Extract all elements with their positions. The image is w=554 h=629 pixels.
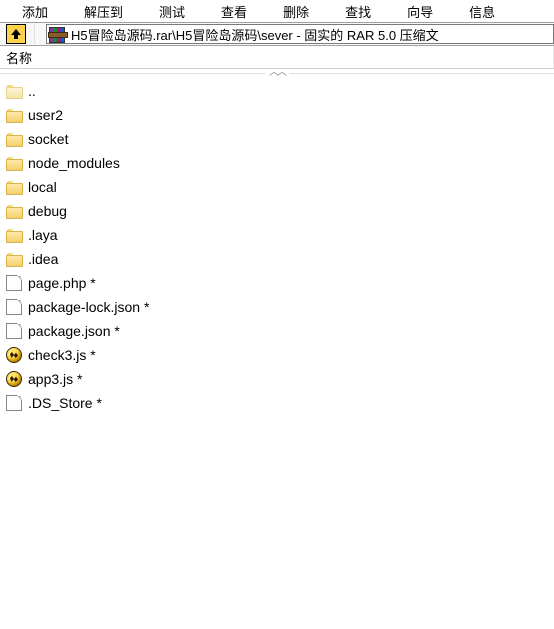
list-item-label: debug <box>28 203 67 219</box>
folder-icon <box>6 155 22 171</box>
list-item[interactable]: debug <box>0 199 554 223</box>
list-item[interactable]: check3.js * <box>0 343 554 367</box>
folder-icon <box>6 131 22 147</box>
list-item-label: socket <box>28 131 68 147</box>
menu-wizard[interactable]: 向导 <box>389 2 451 21</box>
file-icon <box>6 395 22 411</box>
list-item[interactable]: socket <box>0 127 554 151</box>
up-one-level-button[interactable] <box>6 24 26 44</box>
arrow-up-icon <box>10 28 22 40</box>
folder-icon <box>6 179 22 195</box>
column-header-name[interactable]: 名称 <box>0 46 554 69</box>
chevron-collapse-icon: ︿︿ <box>265 69 289 77</box>
list-item[interactable]: .. <box>0 79 554 103</box>
list-item[interactable]: user2 <box>0 103 554 127</box>
menu-delete[interactable]: 删除 <box>265 2 327 21</box>
folder-icon <box>6 83 22 99</box>
list-item[interactable]: .idea <box>0 247 554 271</box>
list-item-label: page.php * <box>28 275 96 291</box>
list-item-label: package-lock.json * <box>28 299 149 315</box>
list-item-label: user2 <box>28 107 63 123</box>
path-text: H5冒险岛源码.rar\H5冒险岛源码\sever - 固实的 RAR 5.0 … <box>71 25 439 44</box>
menu-view[interactable]: 查看 <box>203 2 265 21</box>
file-list: .. user2 socket node_moduleslocal debug .laya… <box>0 77 554 415</box>
folder-icon <box>6 251 22 267</box>
list-item[interactable]: package.json * <box>0 319 554 343</box>
menu-extract-to[interactable]: 解压到 <box>66 2 141 21</box>
path-bar[interactable]: H5冒险岛源码.rar\H5冒险岛源码\sever - 固实的 RAR 5.0 … <box>46 24 554 44</box>
js-file-icon <box>6 347 22 363</box>
list-item-label: app3.js * <box>28 371 82 387</box>
menu-info[interactable]: 信息 <box>451 2 513 21</box>
menu-bar: 添加 解压到 测试 查看 删除 查找 向导 信息 <box>0 0 554 23</box>
list-item[interactable]: .DS_Store * <box>0 391 554 415</box>
rar-archive-icon <box>49 26 67 42</box>
list-item[interactable]: .laya <box>0 223 554 247</box>
list-item-label: .DS_Store * <box>28 395 102 411</box>
toolbar-separator <box>34 24 38 44</box>
panel-splitter[interactable]: ︿︿ <box>0 69 554 77</box>
list-item[interactable]: node_modules <box>0 151 554 175</box>
folder-icon <box>6 227 22 243</box>
list-item-label: .laya <box>28 227 58 243</box>
list-item-label: .idea <box>28 251 58 267</box>
file-icon <box>6 275 22 291</box>
column-header-name-label: 名称 <box>6 48 32 67</box>
menu-test[interactable]: 测试 <box>141 2 203 21</box>
file-icon <box>6 323 22 339</box>
list-item[interactable]: package-lock.json * <box>0 295 554 319</box>
list-item-label: check3.js * <box>28 347 96 363</box>
js-file-icon <box>6 371 22 387</box>
toolbar: H5冒险岛源码.rar\H5冒险岛源码\sever - 固实的 RAR 5.0 … <box>0 23 554 46</box>
list-item[interactable]: local <box>0 175 554 199</box>
folder-icon <box>6 203 22 219</box>
list-item-label: package.json * <box>28 323 120 339</box>
list-item-label: node_modules <box>28 155 120 171</box>
list-item-label: .. <box>28 83 36 99</box>
file-icon <box>6 299 22 315</box>
list-item[interactable]: app3.js * <box>0 367 554 391</box>
menu-add[interactable]: 添加 <box>4 2 66 21</box>
list-item-label: local <box>28 179 57 195</box>
list-item[interactable]: page.php * <box>0 271 554 295</box>
folder-icon <box>6 107 22 123</box>
menu-find[interactable]: 查找 <box>327 2 389 21</box>
